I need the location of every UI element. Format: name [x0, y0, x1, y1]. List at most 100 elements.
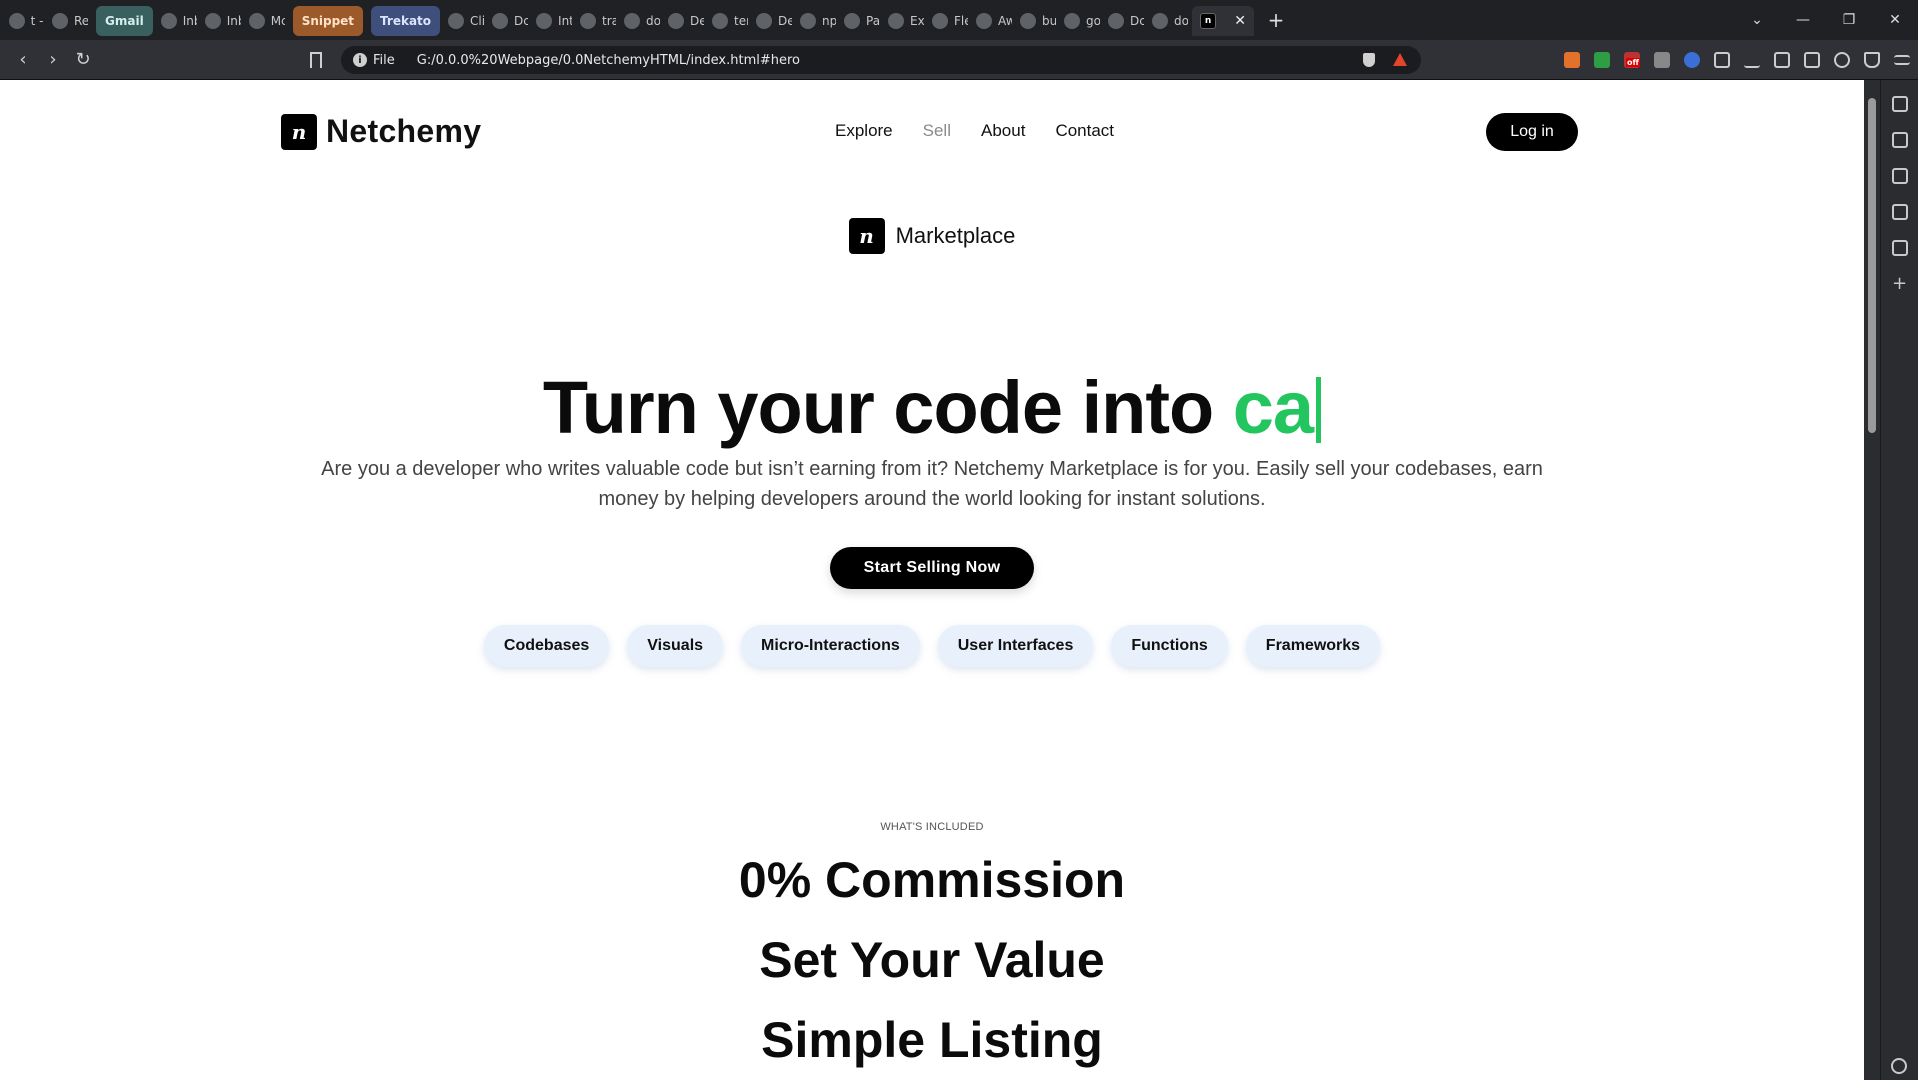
browser-tab[interactable]: Dc	[1104, 6, 1148, 36]
puzzle-icon[interactable]	[1714, 52, 1730, 68]
browser-tab[interactable]: np	[796, 6, 840, 36]
tab-label: Aw	[998, 14, 1013, 28]
main-menu-icon[interactable]	[1894, 55, 1910, 65]
browser-tab[interactable]: Cli	[444, 6, 488, 36]
tab-label: bui	[1042, 14, 1057, 28]
marketplace-label: Marketplace	[895, 223, 1016, 248]
reload-icon[interactable]: ↻	[68, 49, 98, 70]
scrollbar-thumb[interactable]	[1868, 98, 1876, 433]
tab-favicon-icon	[800, 13, 817, 29]
browser-tab[interactable]: Fle	[928, 6, 972, 36]
vpn-shield-icon[interactable]	[1864, 52, 1880, 68]
nav-link-contact[interactable]: Contact	[1055, 121, 1114, 141]
tab-favicon-icon	[160, 13, 177, 29]
browser-side-panel: +	[1880, 80, 1918, 1080]
browser-tab[interactable]: bui	[1016, 6, 1060, 36]
add-sidebar-item-icon[interactable]: +	[1892, 275, 1908, 293]
close-tab-icon[interactable]: ✕	[1234, 13, 1246, 29]
url-text[interactable]: G:/0.0.0%20Webpage/0.0NetchemyHTML/index…	[417, 53, 800, 68]
leo-sidebar-icon[interactable]	[1891, 96, 1908, 112]
browser-tab[interactable]: tra	[576, 6, 620, 36]
tab-favicon-icon	[976, 13, 993, 29]
nav-link-explore[interactable]: Explore	[835, 121, 893, 141]
k-extension-icon[interactable]	[1654, 52, 1670, 68]
category-chips: Codebases Visuals Micro-Interactions Use…	[0, 625, 1864, 667]
tab-favicon-icon	[624, 13, 641, 29]
tab-label: Int	[558, 14, 573, 28]
feature-simple-listing: Simple Listing	[761, 1012, 1103, 1068]
download-icon[interactable]	[1744, 52, 1760, 68]
browser-tab[interactable]: De	[664, 6, 708, 36]
leaf-extension-icon[interactable]	[1594, 52, 1610, 68]
browser-tab[interactable]: Int	[532, 6, 576, 36]
off-extension-icon[interactable]: off	[1624, 52, 1640, 68]
restore-icon[interactable]: ❐	[1826, 12, 1872, 28]
chip-codebases[interactable]: Codebases	[483, 625, 610, 667]
start-selling-button[interactable]: Start Selling Now	[830, 547, 1034, 589]
tab-favicon-icon	[580, 13, 597, 29]
page-scrollbar[interactable]	[1864, 80, 1880, 1080]
close-window-icon[interactable]: ✕	[1872, 12, 1918, 28]
tab-label: t -	[30, 14, 44, 28]
media-sidebar-icon[interactable]	[1891, 132, 1908, 148]
login-button[interactable]: Log in	[1486, 113, 1578, 151]
circle-extension-icon[interactable]	[1684, 52, 1700, 68]
tab-favicon-icon	[248, 13, 265, 29]
browser-tab[interactable]: Mc	[245, 6, 289, 36]
brave-shield-icon[interactable]	[1363, 53, 1375, 67]
site-info-icon[interactable]: i	[353, 53, 367, 67]
tab-label: De	[778, 14, 793, 28]
browser-tab[interactable]: t -	[4, 6, 48, 36]
nav-link-sell[interactable]: Sell	[923, 121, 951, 141]
back-icon[interactable]: ‹	[8, 49, 38, 70]
chip-functions[interactable]: Functions	[1111, 625, 1228, 667]
browser-tab[interactable]: go	[1060, 6, 1104, 36]
browser-tab[interactable]: Inb	[201, 6, 245, 36]
browser-tab[interactable]: Exc	[884, 6, 928, 36]
tab-favicon-icon	[756, 13, 773, 29]
tab-favicon-icon	[932, 13, 949, 29]
tab-favicon-icon	[8, 13, 25, 29]
chip-frameworks[interactable]: Frameworks	[1245, 625, 1381, 667]
chip-micro-interactions[interactable]: Micro-Interactions	[741, 625, 920, 667]
browser-tab[interactable]: Gmail	[96, 6, 153, 36]
extension-badge: off	[1626, 58, 1640, 67]
nav-link-about[interactable]: About	[981, 121, 1025, 141]
forward-icon[interactable]: ›	[38, 49, 68, 70]
browser-tab[interactable]: De	[752, 6, 796, 36]
sidebar-toggle-icon[interactable]	[1774, 52, 1790, 68]
browser-tab[interactable]: Aw	[972, 6, 1016, 36]
chip-visuals[interactable]: Visuals	[627, 625, 724, 667]
hero-subtitle: Are you a developer who writes valuable …	[321, 458, 1543, 510]
minimize-icon[interactable]: —	[1780, 12, 1826, 28]
tab-favicon-icon	[492, 13, 509, 29]
fox-extension-icon[interactable]	[1564, 52, 1580, 68]
reading-list-sidebar-icon[interactable]	[1891, 240, 1908, 256]
brave-rewards-icon[interactable]	[1393, 53, 1407, 66]
tab-search-icon[interactable]: ⌄	[1734, 12, 1780, 28]
scheme-label: File	[373, 52, 395, 68]
wallet-icon[interactable]	[1804, 52, 1820, 68]
tab-favicon-icon	[1020, 13, 1037, 29]
chip-user-interfaces[interactable]: User Interfaces	[937, 625, 1094, 667]
sidebar-settings-icon[interactable]	[1891, 1058, 1907, 1074]
browser-tab[interactable]: Pay	[840, 6, 884, 36]
browser-tab[interactable]: Trekato	[371, 6, 441, 36]
browser-tab[interactable]: Snippet	[292, 6, 364, 36]
brand-link[interactable]: n Netchemy	[281, 113, 481, 150]
tab-label: tra	[602, 14, 617, 28]
browser-tab[interactable]: do	[620, 6, 664, 36]
browser-tab[interactable]: Dc	[488, 6, 532, 36]
address-bar[interactable]: i File G:/0.0.0%20Webpage/0.0NetchemyHTM…	[341, 46, 1421, 74]
active-tab[interactable]: n ✕	[1192, 6, 1255, 36]
leo-ai-icon[interactable]	[1834, 52, 1850, 68]
browser-tab[interactable]: Inb	[157, 6, 201, 36]
new-tab-button[interactable]: +	[1264, 8, 1288, 32]
wallet-sidebar-icon[interactable]	[1891, 168, 1908, 184]
bookmarks-sidebar-icon[interactable]	[1891, 204, 1908, 220]
bookmark-icon[interactable]	[310, 52, 322, 68]
tab-label: ter	[734, 14, 748, 28]
browser-tab[interactable]: do	[1148, 6, 1192, 36]
browser-tab[interactable]: Re	[48, 6, 92, 36]
browser-tab[interactable]: ter	[708, 6, 752, 36]
